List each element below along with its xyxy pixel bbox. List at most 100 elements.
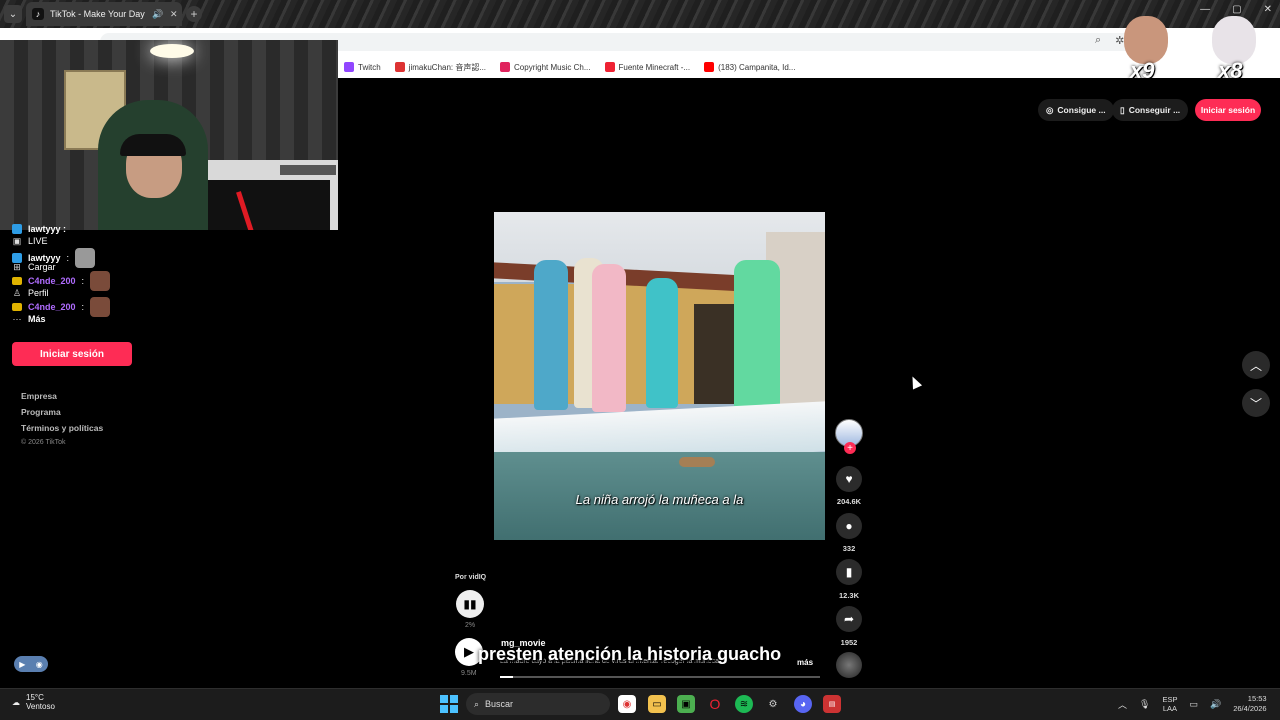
clock-time: 15:53 — [1247, 694, 1267, 703]
bookmark-label: Fuente Minecraft -... — [618, 62, 691, 72]
chrome-icon[interactable]: ◉ — [618, 695, 636, 713]
chat-emote — [90, 297, 111, 317]
network-icon[interactable]: ▭ — [1189, 699, 1198, 710]
header-login-button[interactable]: Iniciar sesión — [1195, 99, 1261, 121]
search-icon: ⌕ — [474, 698, 480, 709]
close-window-icon[interactable]: ✕ — [1264, 4, 1272, 15]
play-icon: ▶ — [19, 659, 26, 669]
coin-icon: ◎ — [1046, 104, 1054, 115]
discord-icon[interactable]: ◕ — [794, 695, 812, 713]
video-editor-icon[interactable]: ▤ — [823, 695, 841, 713]
nav-more-label: Más — [28, 314, 46, 324]
bookmark-item[interactable]: (183) Campanita, Id... — [704, 62, 795, 72]
circle-icon: ◉ — [35, 659, 43, 669]
nav-live-label: LIVE — [28, 236, 48, 246]
more-link[interactable]: más — [797, 658, 813, 667]
save-count: 12.3K — [838, 591, 859, 600]
jimaku-icon — [394, 62, 405, 72]
floating-widget[interactable]: ▶ ◉ — [14, 656, 48, 672]
next-video-button[interactable]: ﹀ — [1242, 389, 1270, 417]
close-tab-icon[interactable]: ✕ — [170, 9, 182, 20]
taskbar-search-label: Buscar — [485, 699, 514, 709]
chat-emote — [75, 248, 96, 268]
mouse-cursor — [907, 374, 923, 390]
chat-line: lawtyyy : — [12, 224, 66, 234]
system-tray: ︿ 🎙 ESP LAA ▭ 🔊 15:53 26/4/2026 — [1118, 694, 1267, 714]
stats-button[interactable]: ▮▮ — [456, 590, 484, 618]
lang-code: ESP — [1162, 695, 1178, 704]
chat-emote — [90, 271, 111, 291]
zoom-icon[interactable]: ⌕ — [1095, 34, 1101, 47]
by-line: Por vidIQ — [455, 574, 487, 581]
bookmark-label: Twitch — [358, 62, 381, 72]
get-app-label: Conseguir ... — [1128, 105, 1181, 115]
video-player[interactable]: La niña arrojó la muñeca a la — [494, 212, 825, 540]
nav-more[interactable]: ⋯ Más — [12, 313, 46, 325]
footer-link-program[interactable]: Programa — [21, 407, 61, 417]
get-coins-button[interactable]: ◎ Consigue ... — [1038, 99, 1114, 121]
taskbar — [0, 688, 1280, 720]
tiktok-icon: ♪ — [32, 8, 44, 20]
weather-icon: ☁ — [12, 697, 20, 707]
view-count: 9.5M — [461, 670, 477, 677]
weather-desc: Ventoso — [26, 702, 55, 711]
stats-percent: 2% — [465, 622, 476, 629]
more-icon: ⋯ — [12, 313, 22, 324]
chevron-up-icon: ︿ — [1249, 358, 1262, 373]
opera-icon[interactable]: O — [706, 695, 724, 713]
chevron-down-icon: ﹀ — [1249, 396, 1262, 411]
live-icon: ▣ — [12, 235, 22, 246]
tab-search-button[interactable]: ⌄ — [4, 5, 22, 23]
sidebar-login-button[interactable]: Iniciar sesión — [12, 342, 132, 366]
video-progress-fill — [500, 676, 513, 678]
like-button[interactable]: ♥ — [836, 466, 862, 492]
minecraft-icon[interactable]: ▣ — [677, 695, 695, 713]
video-progress-bar[interactable] — [500, 676, 820, 678]
spotify-icon[interactable]: ≋ — [735, 695, 753, 713]
start-button[interactable] — [440, 695, 458, 713]
save-button[interactable]: ▮ — [836, 559, 862, 585]
copyright: © 2026 TikTok — [21, 439, 66, 446]
bar-chart-icon: ▮▮ — [463, 597, 477, 611]
chat-username: C4nde_200 — [28, 302, 76, 312]
get-app-button[interactable]: ▯ Conseguir ... — [1112, 99, 1189, 121]
share-count: 1952 — [840, 638, 858, 647]
share-icon: ➦ — [843, 612, 855, 626]
comment-button[interactable]: ● — [836, 513, 862, 539]
taskbar-search[interactable]: ⌕ Buscar — [466, 693, 610, 715]
lang-layout: LAA — [1162, 704, 1178, 713]
bookmark-label: Copyright Music Ch... — [514, 62, 591, 72]
music-disc[interactable] — [836, 652, 862, 678]
nav-live[interactable]: ▣ LIVE — [12, 235, 48, 247]
weather-widget[interactable]: ☁ 15°C Ventoso — [12, 693, 55, 711]
bookmark-item[interactable]: Copyright Music Ch... — [500, 62, 591, 72]
volume-icon[interactable]: 🔊 — [1210, 699, 1221, 710]
chat-separator: : — [81, 302, 85, 312]
bookmark-label: (183) Campanita, Id... — [718, 62, 796, 72]
language-indicator[interactable]: ESP LAA — [1162, 695, 1177, 713]
chat-username: C4nde_200 — [28, 276, 76, 286]
new-tab-button[interactable]: + — [186, 6, 202, 22]
file-explorer-icon[interactable]: ▭ — [648, 695, 666, 713]
bookmark-item[interactable]: Twitch — [344, 62, 381, 72]
follow-plus-icon[interactable]: + — [844, 442, 856, 454]
chat-separator: : — [81, 276, 85, 286]
tray-chevron-up-icon[interactable]: ︿ — [1118, 698, 1127, 711]
clock[interactable]: 15:53 26/4/2026 — [1233, 694, 1266, 714]
bookmark-item[interactable]: Fuente Minecraft -... — [604, 62, 691, 72]
microphone-icon[interactable]: 🎙 — [1139, 699, 1150, 710]
stream-emote-2: x8 — [1206, 14, 1262, 84]
speaker-icon[interactable]: 🔊 — [152, 9, 164, 20]
footer-link-company[interactable]: Empresa — [21, 391, 57, 401]
share-button[interactable]: ➦ — [836, 606, 862, 632]
settings-gear-icon[interactable]: ⚙ — [764, 695, 782, 713]
browser-tab-active[interactable]: ♪ TikTok - Make Your Day 🔊 ✕ — [26, 2, 182, 26]
webcam-overlay — [0, 40, 338, 230]
like-count: 204.6K — [836, 497, 862, 506]
bookmark-item[interactable]: jimakuChan: 音声認... — [394, 62, 486, 73]
footer-link-terms[interactable]: Términos y políticas — [21, 423, 103, 433]
comment-icon: ● — [845, 519, 853, 533]
previous-video-button[interactable]: ︿ — [1242, 351, 1270, 379]
sub-badge-icon — [12, 277, 22, 285]
clock-date: 26/4/2026 — [1233, 704, 1267, 713]
